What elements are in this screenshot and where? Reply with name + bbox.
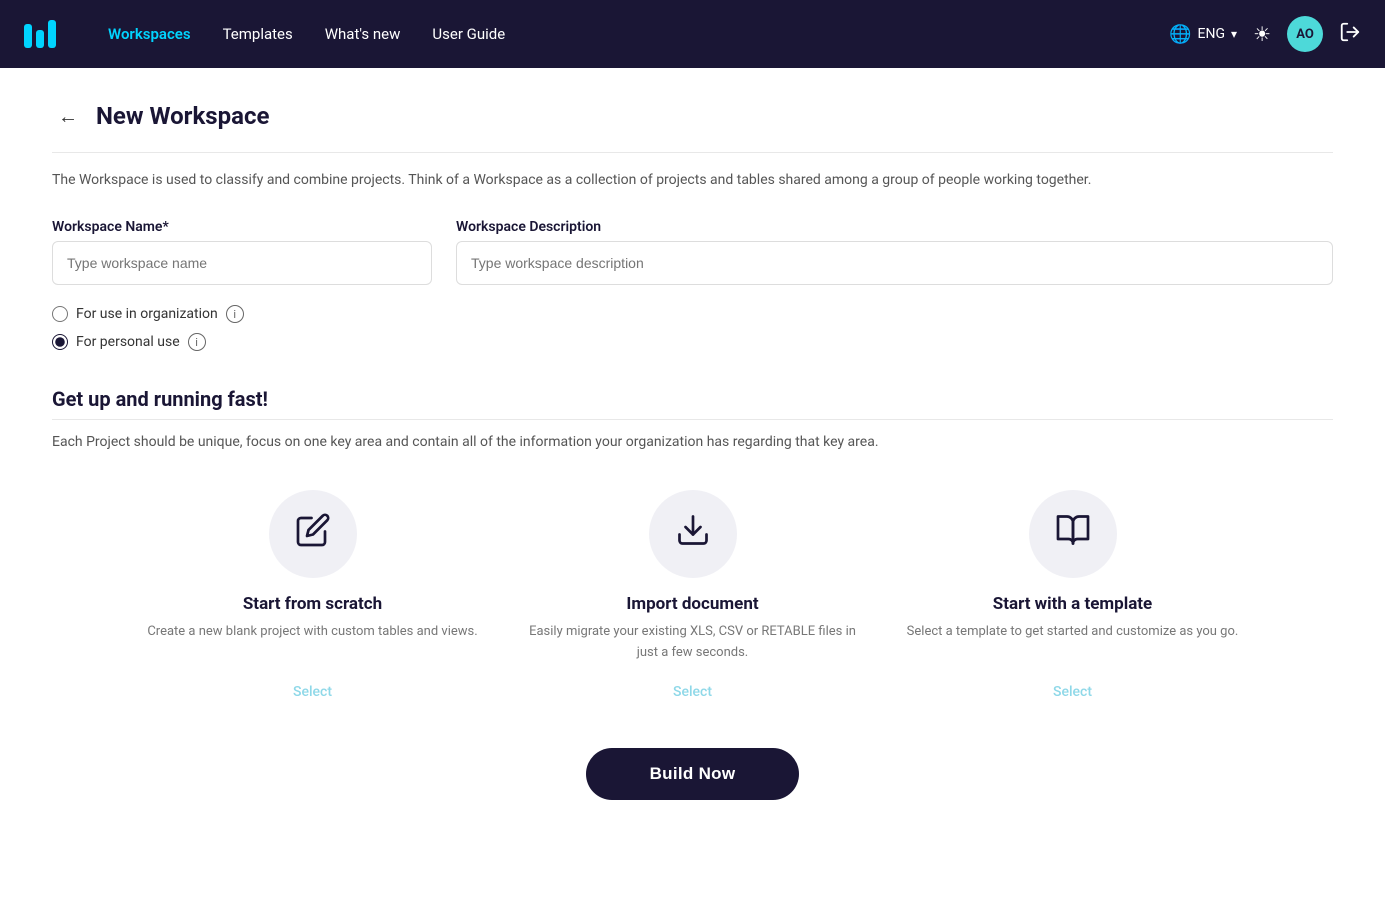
logo-bar-3 [48,20,56,48]
main-content: ← New Workspace The Workspace is used to… [0,68,1385,919]
logout-icon[interactable] [1339,21,1361,48]
page-header: ← New Workspace [52,100,1333,132]
nav-templates[interactable]: Templates [211,19,305,49]
card-template[interactable]: Start with a template Select a template … [903,490,1243,700]
nav-workspaces[interactable]: Workspaces [96,19,203,49]
section-title: Get up and running fast! [52,387,1333,411]
card-scratch-select[interactable]: Select [293,684,332,700]
page-title: New Workspace [96,102,269,130]
radio-personal-input[interactable] [52,334,68,350]
lang-label: ENG [1198,26,1225,42]
radio-org-label: For use in organization [76,306,218,322]
radio-personal-option[interactable]: For personal use i [52,333,1333,351]
personal-info-icon[interactable]: i [188,333,206,351]
card-scratch[interactable]: Start from scratch Create a new blank pr… [143,490,483,700]
workspace-name-group: Workspace Name* [52,219,432,285]
card-import-title: Import document [626,594,758,614]
nav-whats-new[interactable]: What's new [313,19,413,49]
globe-icon: 🌐 [1169,24,1191,45]
card-import-select[interactable]: Select [673,684,712,700]
nav-user-guide[interactable]: User Guide [420,19,517,49]
org-info-icon[interactable]: i [226,305,244,323]
build-now-button[interactable]: Build Now [586,748,800,800]
card-scratch-icon-wrap [269,490,357,578]
radio-org-input[interactable] [52,306,68,322]
book-icon [1055,512,1091,556]
workspace-desc-group: Workspace Description [456,219,1333,285]
workspace-desc-label: Workspace Description [456,219,1333,235]
navbar: Workspaces Templates What's new User Gui… [0,0,1385,68]
avatar[interactable]: AO [1287,16,1323,52]
section-description: Each Project should be unique, focus on … [52,434,1333,450]
card-template-select[interactable]: Select [1053,684,1092,700]
radio-personal-label: For personal use [76,334,180,350]
workspace-name-label: Workspace Name* [52,219,432,235]
card-template-title: Start with a template [993,594,1153,614]
pencil-icon [295,512,331,556]
btn-container: Build Now [52,748,1333,800]
back-button[interactable]: ← [52,100,84,132]
settings-icon[interactable]: ☀ [1253,22,1271,46]
logo-bar-2 [36,30,44,48]
section-divider [52,419,1333,420]
workspace-name-input[interactable] [52,241,432,285]
logo-icon [24,20,56,48]
workspace-desc-input[interactable] [456,241,1333,285]
chevron-down-icon: ▾ [1231,27,1237,41]
card-scratch-desc: Create a new blank project with custom t… [147,622,477,643]
logo[interactable] [24,20,56,48]
download-icon [675,512,711,556]
card-template-desc: Select a template to get started and cus… [907,622,1239,643]
radio-org-option[interactable]: For use in organization i [52,305,1333,323]
card-import-desc: Easily migrate your existing XLS, CSV or… [523,622,863,664]
card-template-icon-wrap [1029,490,1117,578]
logo-bar-1 [24,24,32,48]
page-description: The Workspace is used to classify and co… [52,152,1333,191]
card-import[interactable]: Import document Easily migrate your exis… [523,490,863,700]
lang-selector[interactable]: 🌐 ENG ▾ [1169,24,1237,45]
form-row: Workspace Name* Workspace Description [52,219,1333,285]
radio-group: For use in organization i For personal u… [52,305,1333,351]
cards-row: Start from scratch Create a new blank pr… [52,490,1333,700]
navbar-right: 🌐 ENG ▾ ☀ AO [1169,16,1361,52]
card-import-icon-wrap [649,490,737,578]
card-scratch-title: Start from scratch [243,594,382,614]
nav-links: Workspaces Templates What's new User Gui… [96,19,1137,49]
